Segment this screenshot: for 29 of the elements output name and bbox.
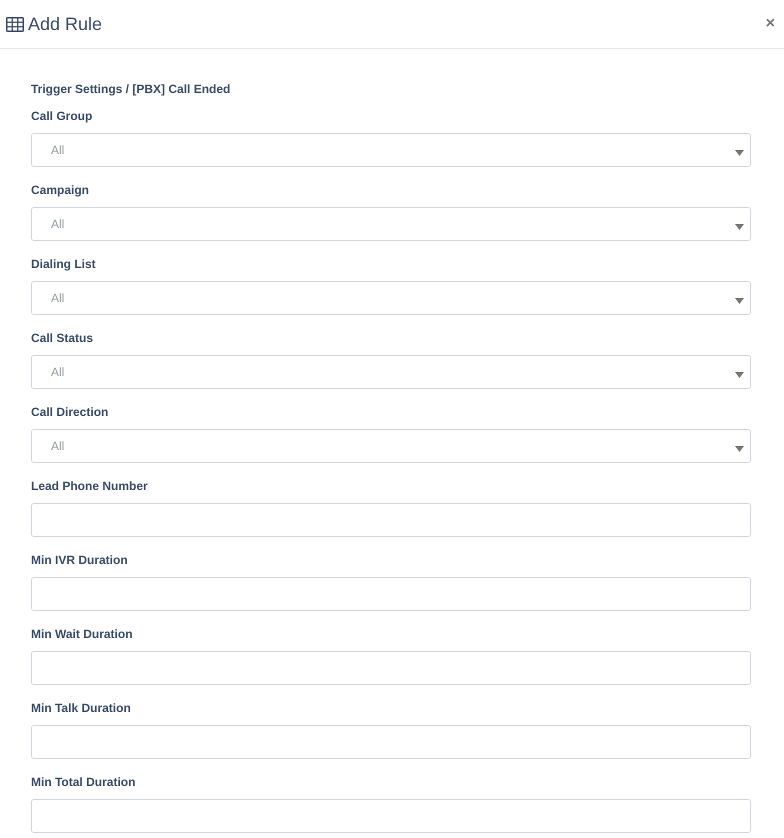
dialog-title: Add Rule [28, 12, 102, 36]
input-field[interactable] [31, 651, 751, 685]
caret-icon [735, 224, 744, 230]
field-label: Min Total Duration [31, 774, 136, 791]
input-field[interactable] [31, 799, 751, 833]
caret-icon [735, 298, 744, 304]
field-label: Dialing List [31, 256, 97, 273]
caret-icon [735, 150, 744, 156]
dropdown[interactable]: All [31, 429, 751, 463]
close-button[interactable]: × [766, 16, 775, 32]
field-label: Campaign [31, 182, 90, 199]
input-field[interactable] [31, 725, 751, 759]
field-label: Min Talk Duration [31, 700, 132, 717]
dropdown[interactable]: All [31, 281, 751, 315]
field-label: Call Group [31, 108, 94, 125]
input-field[interactable] [31, 577, 751, 611]
field-label: Call Status [31, 330, 94, 347]
field-label: Min IVR Duration [31, 552, 129, 569]
dropdown[interactable]: All [31, 355, 751, 389]
caret-icon [735, 372, 744, 378]
breadcrumb: Trigger Settings / [PBX] Call Ended [31, 81, 232, 98]
field-label: Min Wait Duration [31, 626, 134, 643]
caret-icon [735, 446, 744, 452]
dropdown[interactable]: All [31, 207, 751, 241]
field-label: Lead Phone Number [31, 478, 149, 495]
input-field[interactable] [31, 503, 751, 537]
table-icon [6, 16, 24, 32]
dropdown[interactable]: All [31, 133, 751, 167]
field-label: Call Direction [31, 404, 110, 421]
